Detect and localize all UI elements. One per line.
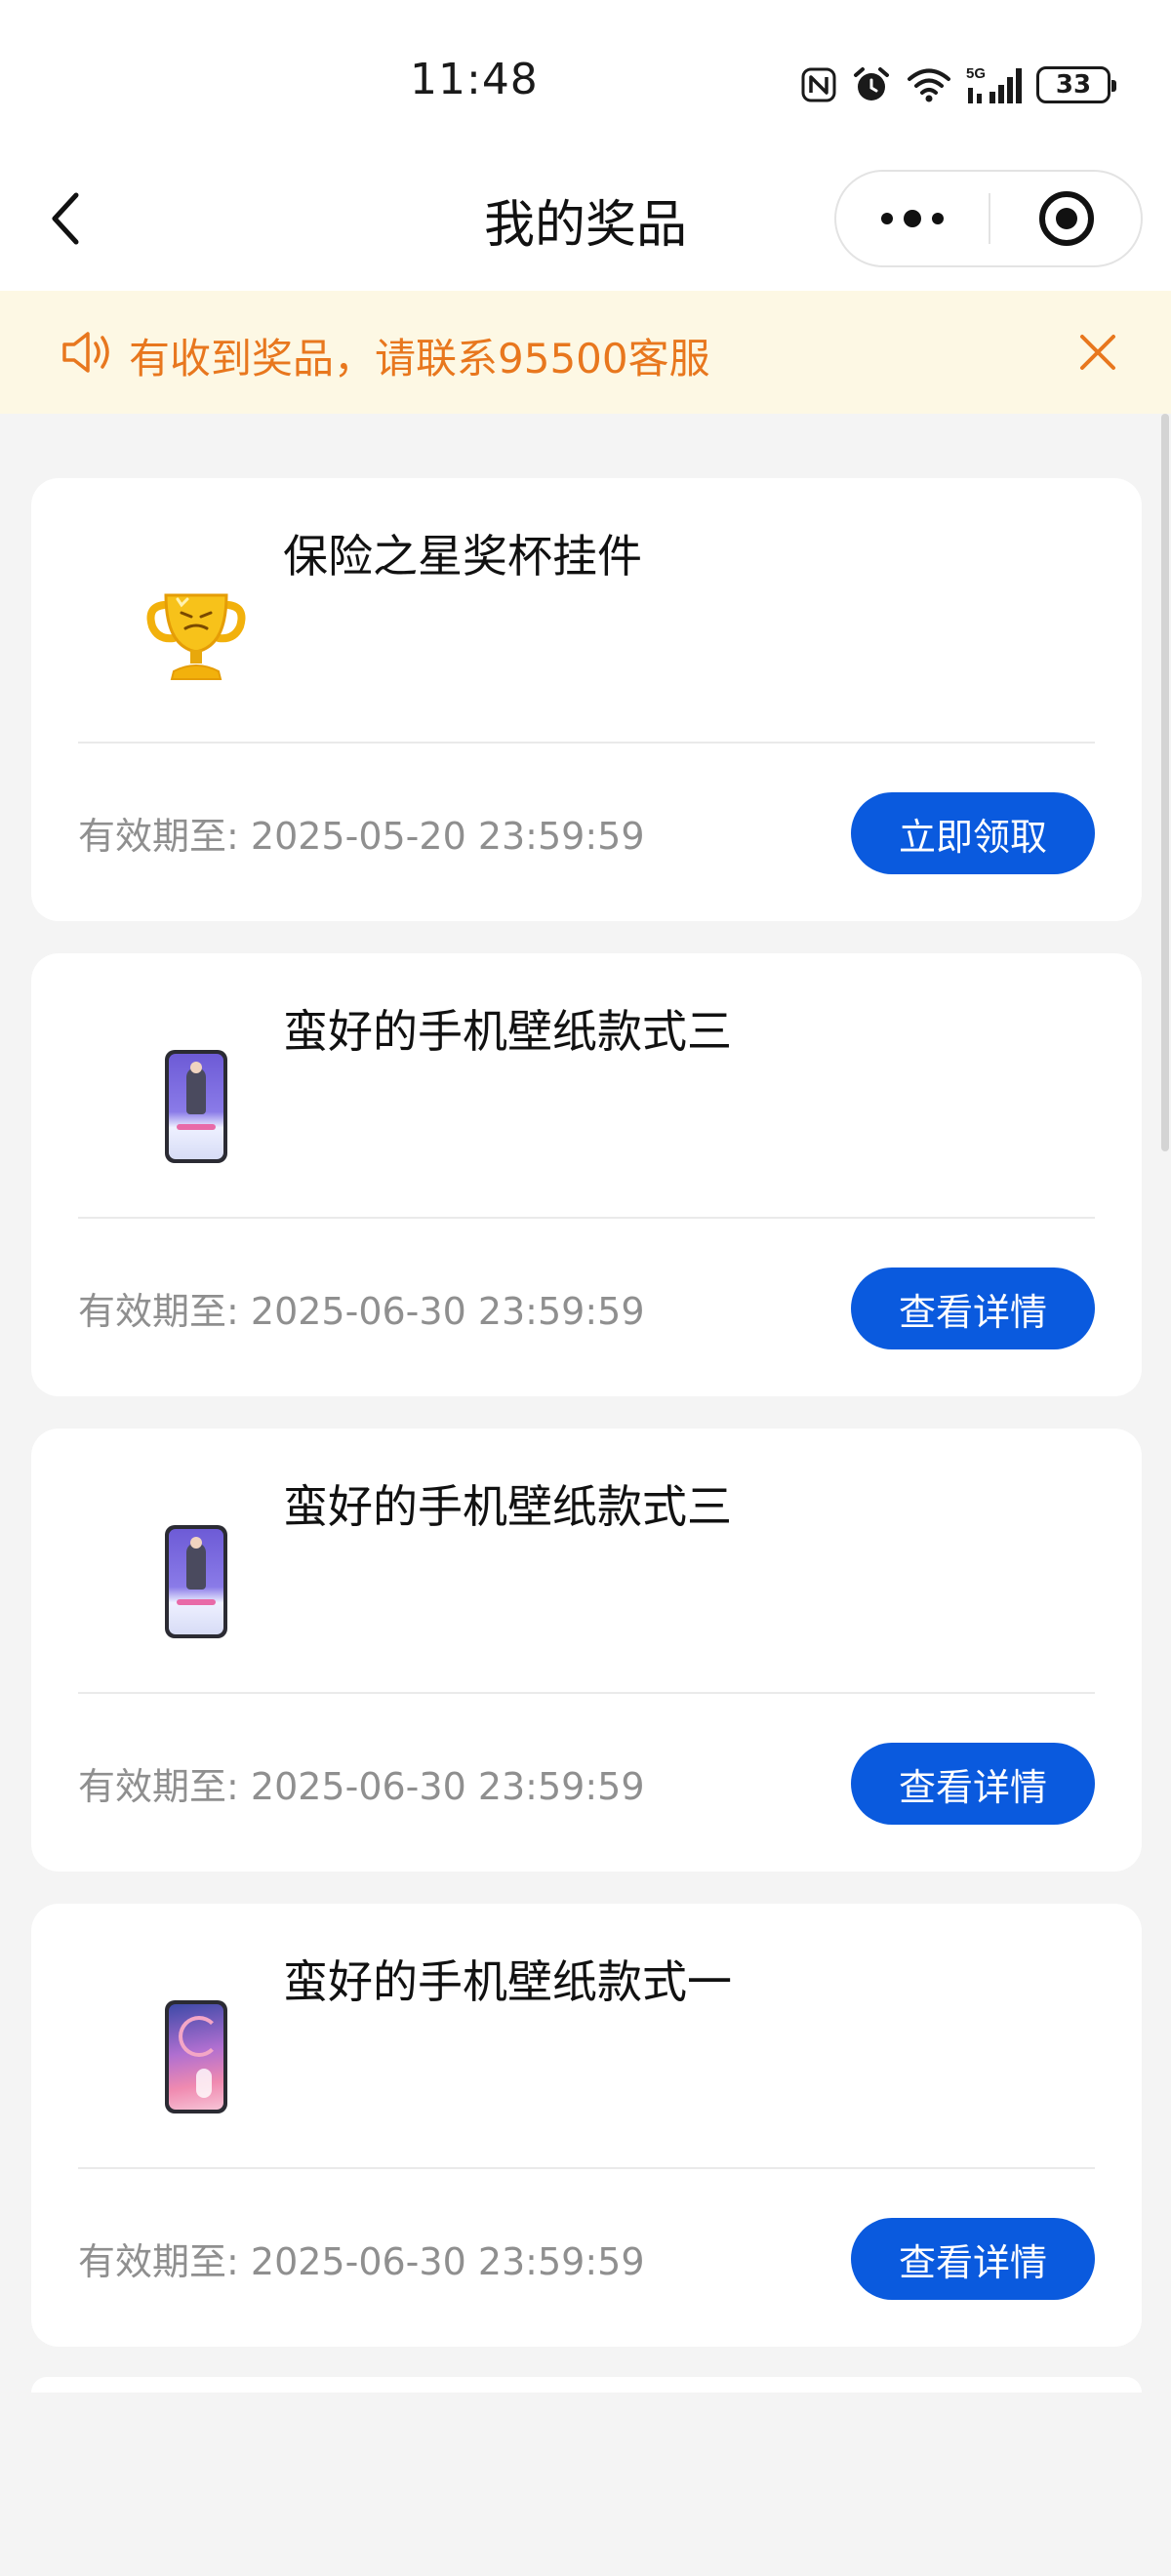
close-mini-program-button[interactable] (990, 172, 1143, 265)
wallpaper-thumbnail (165, 1525, 227, 1638)
notice-bar: 有收到奖品，请联系95500客服 (0, 291, 1171, 414)
expiry-label: 有效期至: (78, 1765, 239, 1808)
prize-card: 蛮好的手机壁纸款式一 有效期至: 2025-06-30 23:59:59 查看详… (31, 1904, 1142, 2347)
view-details-button[interactable]: 查看详情 (851, 1743, 1095, 1825)
expiry-value: 2025-06-30 23:59:59 (250, 1290, 645, 1333)
expiry-value: 2025-06-30 23:59:59 (250, 1765, 645, 1808)
notice-text: 有收到奖品，请联系95500客服 (129, 335, 710, 382)
card-divider (78, 1692, 1095, 1694)
status-icons: 5G 33 (800, 60, 1116, 109)
5g-signal-icon: 5G (966, 64, 1023, 105)
view-details-button[interactable]: 查看详情 (851, 2218, 1095, 2300)
prize-thumbnail (94, 529, 299, 734)
battery-icon: 33 (1036, 66, 1116, 103)
expiry-label: 有效期至: (78, 2240, 239, 2283)
expiry-label: 有效期至: (78, 1290, 239, 1333)
prize-title: 保险之星奖杯挂件 (283, 530, 642, 583)
speaker-icon (62, 332, 109, 373)
prize-title: 蛮好的手机壁纸款式三 (283, 1480, 732, 1533)
more-button[interactable] (836, 172, 989, 265)
close-icon (1080, 335, 1115, 370)
prize-card: 蛮好的手机壁纸款式三 有效期至: 2025-06-30 23:59:59 查看详… (31, 1429, 1142, 1872)
prize-card: 蛮好的手机壁纸款式三 有效期至: 2025-06-30 23:59:59 查看详… (31, 953, 1142, 1396)
notice-close-button[interactable] (1073, 328, 1122, 377)
expiry-value: 2025-06-30 23:59:59 (250, 2240, 645, 2283)
battery-level: 33 (1036, 66, 1116, 103)
expiry-label: 有效期至: (78, 815, 239, 858)
signal-label: 5G (966, 65, 986, 82)
prize-expiry: 有效期至: 2025-06-30 23:59:59 (78, 2232, 645, 2285)
wallpaper-thumbnail (165, 1050, 227, 1163)
mini-program-capsule (834, 170, 1143, 267)
prize-expiry: 有效期至: 2025-06-30 23:59:59 (78, 1756, 645, 1810)
wallpaper-thumbnail (165, 2000, 227, 2113)
target-close-icon (1039, 191, 1094, 246)
trophy-icon (146, 593, 246, 680)
screen: 11:48 5G 33 我的奖品 有收到奖品，请联系95500客服 保险之星奖杯… (0, 0, 1171, 2576)
prize-card: 保险之星奖杯挂件 有效期至: 2025-05-20 23:59:59 立即领取 (31, 478, 1142, 921)
claim-now-button[interactable]: 立即领取 (851, 792, 1095, 874)
card-divider (78, 742, 1095, 744)
navigation-bar: 我的奖品 (0, 166, 1171, 291)
card-divider (78, 2167, 1095, 2169)
expiry-value: 2025-05-20 23:59:59 (250, 815, 645, 858)
prize-thumbnail (94, 1479, 299, 1684)
prize-thumbnail (94, 1004, 299, 1209)
view-details-button[interactable]: 查看详情 (851, 1268, 1095, 1349)
status-bar: 11:48 5G 33 (0, 0, 1171, 166)
status-time: 11:48 (410, 55, 539, 104)
prize-card-partial (31, 2377, 1142, 2393)
card-divider (78, 1217, 1095, 1219)
scrollbar[interactable] (1161, 414, 1169, 1151)
alarm-icon (851, 64, 892, 105)
prize-title: 蛮好的手机壁纸款式一 (283, 1955, 732, 2008)
prize-expiry: 有效期至: 2025-06-30 23:59:59 (78, 1281, 645, 1335)
prize-expiry: 有效期至: 2025-05-20 23:59:59 (78, 806, 645, 860)
prize-thumbnail (94, 1954, 299, 2159)
wifi-icon (906, 65, 952, 104)
prize-title: 蛮好的手机壁纸款式三 (283, 1005, 732, 1058)
nfc-icon (800, 66, 837, 103)
more-dots-icon (881, 210, 944, 227)
